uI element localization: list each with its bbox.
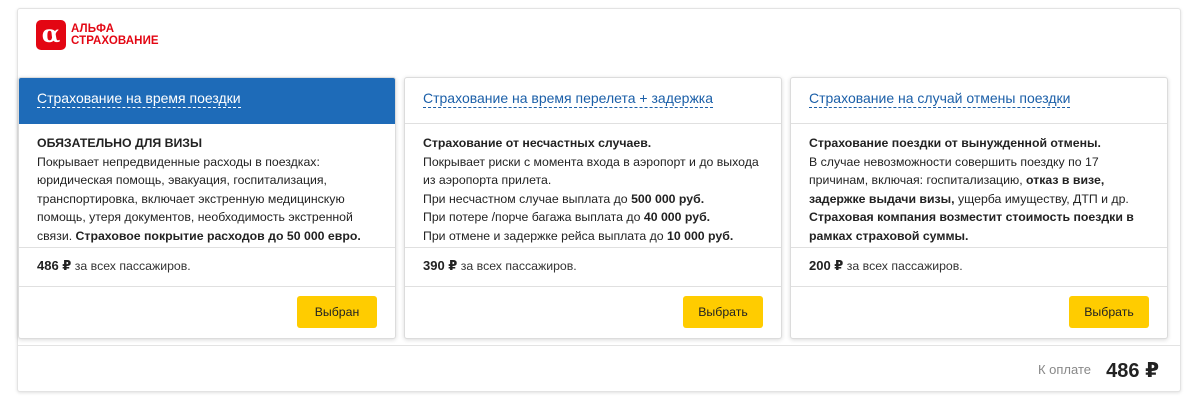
description-line: помощь, утеря документов, необходимость …	[37, 210, 353, 224]
price-row: 390 ₽ за всех пассажиров.	[405, 248, 781, 287]
description-line: транспортировка, включает экстренную мед…	[37, 191, 345, 206]
description-line: причинам, включая: госпитализацию, отказ…	[809, 173, 1105, 187]
card-header: Страхование на время поездки	[19, 78, 395, 124]
card-description: Страхование от несчастных случаев. Покрыв…	[405, 124, 781, 248]
total-value: 486 ₽	[1106, 360, 1159, 382]
price-amount: 200 ₽	[809, 258, 844, 273]
description-line: юридическая помощь, эвакуация, госпитали…	[37, 173, 327, 187]
total-label: К оплате	[1037, 362, 1091, 377]
card-header: Страхование на время перелета + задержка	[405, 78, 781, 124]
description-line: При отмене и задержке рейса выплата до 1…	[423, 228, 734, 243]
card-header: Страхование на случай отмены поездки	[791, 78, 1167, 124]
total-bar: К оплате 486 ₽	[17, 345, 1181, 392]
price-caption: за всех пассажиров.	[846, 259, 963, 273]
price-caption: за всех пассажиров.	[74, 259, 191, 273]
price-amount: 390 ₽	[423, 258, 458, 273]
description-line: ОБЯЗАТЕЛЬНО ДЛЯ ВИЗЫ	[37, 136, 203, 150]
description-line: Страховая компания возместит стоимость п…	[809, 210, 1134, 224]
description-line: Страхование поездки от вынужденной отмен…	[809, 136, 1101, 150]
description-line: Страхование от несчастных случаев.	[423, 136, 652, 150]
card-title[interactable]: Страхование на случай отмены поездки	[809, 90, 1071, 108]
insurance-card-cancellation[interactable]: Страхование на случай отмены поездки Стр…	[790, 77, 1168, 339]
description-line: связи. Страховое покрытие расходов до 50…	[37, 228, 361, 243]
alfa-logo-text: АЛЬФА СТРАХОВАНИЕ	[71, 23, 159, 47]
card-description: Страхование поездки от вынужденной отмен…	[791, 124, 1167, 248]
description-line: В случае невозможности совершить поездку…	[809, 154, 1099, 169]
price-row: 200 ₽ за всех пассажиров.	[791, 248, 1167, 287]
insurance-card-trip[interactable]: Страхование на время поездки ОБЯЗАТЕЛЬНО…	[18, 77, 396, 339]
description-line: из аэропорта прилета.	[423, 173, 552, 187]
insurance-card-flight[interactable]: Страхование на время перелета + задержка…	[404, 77, 782, 339]
price-amount: 486 ₽	[37, 258, 72, 273]
description-line: задержке выдачи визы, ущерба имуществу, …	[809, 191, 1129, 206]
description-line: При несчастном случае выплата до 500 000…	[423, 191, 705, 206]
select-button[interactable]: Выбрать	[1069, 296, 1149, 328]
card-title[interactable]: Страхование на время поездки	[37, 90, 241, 108]
description-line: При потере /порче багажа выплата до 40 0…	[423, 210, 711, 224]
price-caption: за всех пассажиров.	[460, 259, 577, 273]
price-row: 486 ₽ за всех пассажиров.	[19, 248, 395, 287]
alfa-logo: α АЛЬФА СТРАХОВАНИЕ	[36, 20, 159, 50]
alfa-logo-mark: α	[36, 20, 66, 50]
button-row: Выбрать	[405, 287, 781, 339]
card-description: ОБЯЗАТЕЛЬНО ДЛЯ ВИЗЫ Покрывает непредвиде…	[19, 124, 395, 248]
button-row: Выбран	[19, 287, 395, 339]
description-line: рамках страховой суммы.	[809, 228, 969, 243]
description-line: Покрывает непредвиденные расходы в поезд…	[37, 154, 320, 169]
select-button[interactable]: Выбрать	[683, 296, 763, 328]
card-title[interactable]: Страхование на время перелета + задержка	[423, 90, 714, 108]
description-line: Покрывает риски с момента входа в аэропо…	[423, 154, 759, 169]
button-row: Выбрать	[791, 287, 1167, 339]
selected-button[interactable]: Выбран	[297, 296, 377, 328]
